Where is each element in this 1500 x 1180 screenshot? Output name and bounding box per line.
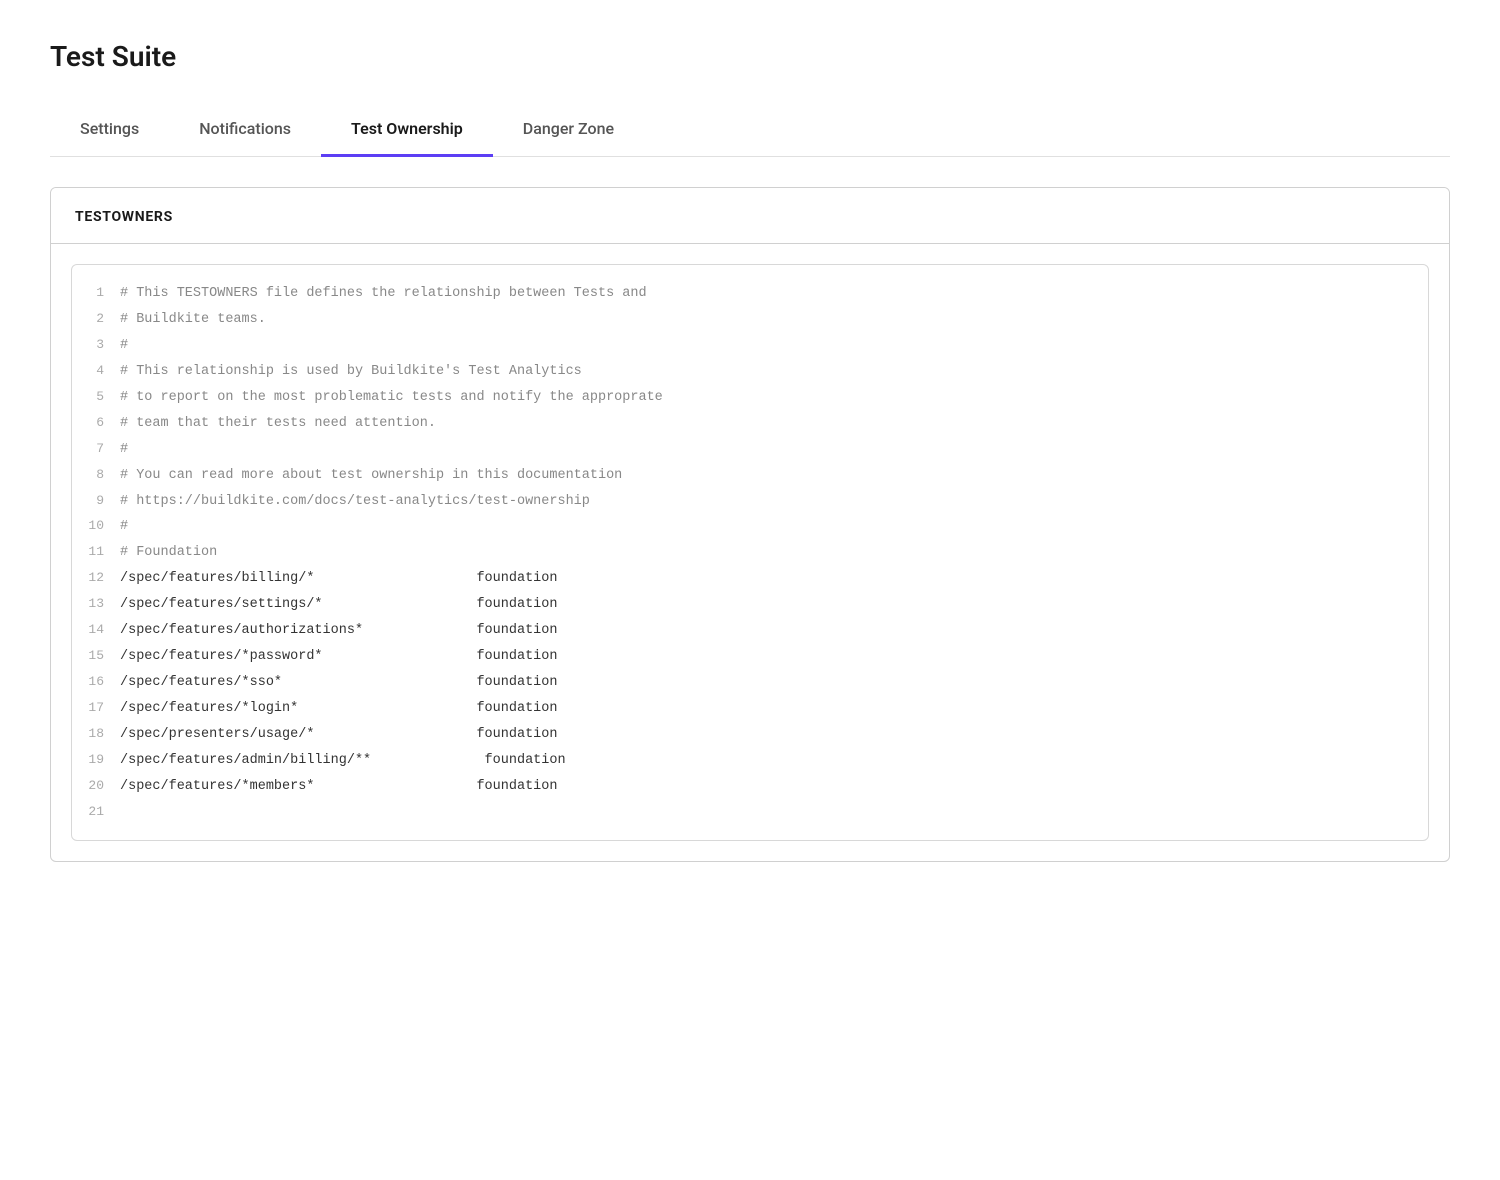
line-number: 12 (72, 567, 120, 589)
code-block: 1# This TESTOWNERS file defines the rela… (72, 265, 1428, 840)
line-number: 20 (72, 775, 120, 797)
code-line: 11# Foundation (72, 540, 1428, 566)
tab-notifications[interactable]: Notifications (169, 103, 321, 157)
line-content: /spec/features/*members* foundation (120, 776, 577, 799)
code-line: 2# Buildkite teams. (72, 307, 1428, 333)
code-line: 8# You can read more about test ownershi… (72, 463, 1428, 489)
line-content: /spec/features/billing/* foundation (120, 568, 577, 591)
line-content: # to report on the most problematic test… (120, 387, 683, 410)
testowners-card: TESTOWNERS 1# This TESTOWNERS file defin… (50, 187, 1450, 862)
line-number: 14 (72, 619, 120, 641)
line-number: 11 (72, 541, 120, 563)
tab-settings[interactable]: Settings (50, 103, 169, 157)
code-line: 3# (72, 333, 1428, 359)
line-content: # This TESTOWNERS file defines the relat… (120, 283, 667, 306)
line-number: 2 (72, 308, 120, 330)
line-number: 16 (72, 671, 120, 693)
tab-test-ownership[interactable]: Test Ownership (321, 103, 493, 157)
line-number: 5 (72, 386, 120, 408)
page-title: Test Suite (50, 40, 1450, 73)
code-line: 18/spec/presenters/usage/* foundation (72, 722, 1428, 748)
code-line: 19/spec/features/admin/billing/** founda… (72, 748, 1428, 774)
line-number: 17 (72, 697, 120, 719)
line-number: 6 (72, 412, 120, 434)
code-line: 12/spec/features/billing/* foundation (72, 566, 1428, 592)
code-line: 13/spec/features/settings/* foundation (72, 592, 1428, 618)
line-content: # Foundation (120, 542, 237, 565)
line-number: 15 (72, 645, 120, 667)
line-content: /spec/features/*sso* foundation (120, 672, 577, 695)
card-header: TESTOWNERS (51, 188, 1449, 244)
line-content: # Buildkite teams. (120, 309, 286, 332)
line-content: /spec/presenters/usage/* foundation (120, 724, 577, 747)
content-area: TESTOWNERS 1# This TESTOWNERS file defin… (50, 157, 1450, 892)
line-number: 18 (72, 723, 120, 745)
code-line: 15/spec/features/*password* foundation (72, 644, 1428, 670)
code-line: 9# https://buildkite.com/docs/test-analy… (72, 489, 1428, 515)
code-line: 1# This TESTOWNERS file defines the rela… (72, 281, 1428, 307)
line-content: /spec/features/authorizations* foundatio… (120, 620, 577, 643)
code-line: 10# (72, 514, 1428, 540)
tabs: Settings Notifications Test Ownership Da… (50, 103, 1450, 156)
line-number: 8 (72, 464, 120, 486)
line-number: 21 (72, 801, 120, 823)
line-content: /spec/features/admin/billing/** foundati… (120, 750, 586, 773)
code-line: 7# (72, 437, 1428, 463)
code-block-container: 1# This TESTOWNERS file defines the rela… (71, 264, 1429, 841)
line-number: 4 (72, 360, 120, 382)
card-header-title: TESTOWNERS (75, 209, 173, 225)
tab-danger-zone[interactable]: Danger Zone (493, 103, 644, 157)
line-number: 19 (72, 749, 120, 771)
line-number: 3 (72, 334, 120, 356)
line-number: 13 (72, 593, 120, 615)
line-content: # (120, 439, 148, 462)
tabs-container: Settings Notifications Test Ownership Da… (50, 103, 1450, 157)
line-content: # You can read more about test ownership… (120, 465, 642, 488)
line-number: 7 (72, 438, 120, 460)
line-number: 9 (72, 490, 120, 512)
code-line: 21 (72, 800, 1428, 824)
code-line: 16/spec/features/*sso* foundation (72, 670, 1428, 696)
line-content: # This relationship is used by Buildkite… (120, 361, 602, 384)
line-content: # (120, 516, 148, 539)
code-line: 4# This relationship is used by Buildkit… (72, 359, 1428, 385)
code-line: 20/spec/features/*members* foundation (72, 774, 1428, 800)
code-line: 14/spec/features/authorizations* foundat… (72, 618, 1428, 644)
line-content: # team that their tests need attention. (120, 413, 456, 436)
line-content: # (120, 335, 148, 358)
line-content: /spec/features/*login* foundation (120, 698, 577, 721)
code-line: 6# team that their tests need attention. (72, 411, 1428, 437)
code-line: 17/spec/features/*login* foundation (72, 696, 1428, 722)
line-content: /spec/features/settings/* foundation (120, 594, 577, 617)
line-content: # https://buildkite.com/docs/test-analyt… (120, 491, 610, 514)
code-line: 5# to report on the most problematic tes… (72, 385, 1428, 411)
line-content: /spec/features/*password* foundation (120, 646, 577, 669)
line-number: 1 (72, 282, 120, 304)
line-number: 10 (72, 515, 120, 537)
